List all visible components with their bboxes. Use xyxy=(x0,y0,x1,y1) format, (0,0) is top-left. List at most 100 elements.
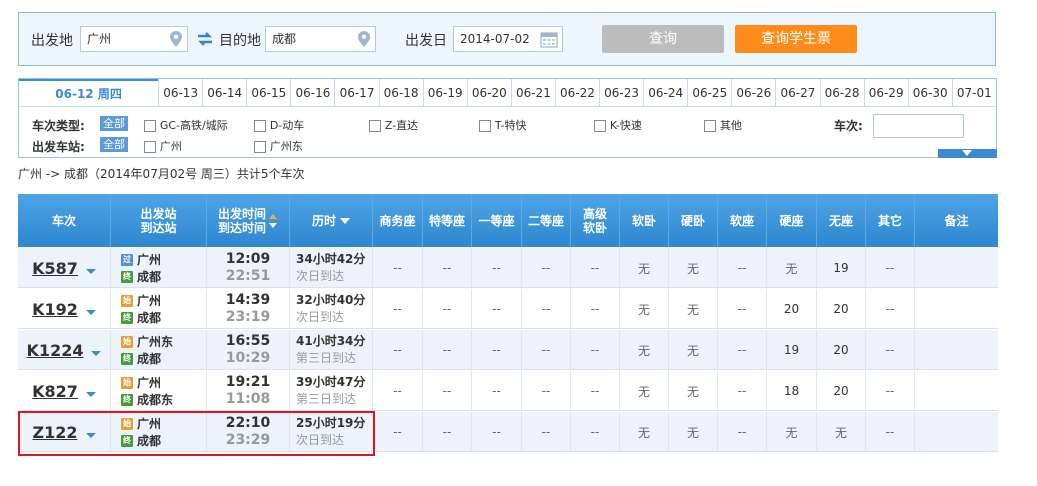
date-tab[interactable]: 06-24 xyxy=(643,79,687,106)
table-row[interactable]: K587 过广州终成都 12:09 22:51 34小时42分 次日到达 -- -- -- -- -… xyxy=(18,248,998,288)
train-number-link[interactable]: K1224 xyxy=(27,341,84,360)
seat-cell: -- xyxy=(865,412,914,452)
from-station: 广州 xyxy=(137,376,162,390)
checkbox-box[interactable] xyxy=(254,119,266,132)
seat-cell: -- xyxy=(422,248,471,288)
seat-cell: -- xyxy=(471,289,521,329)
checkbox-box[interactable] xyxy=(479,119,491,132)
checkbox-box[interactable] xyxy=(144,140,156,153)
date-tab[interactable]: 06-21 xyxy=(510,79,555,106)
seat-cell: 无 xyxy=(619,371,668,411)
checkbox-label: D-动车 xyxy=(269,119,305,132)
collapse-filter-button[interactable] xyxy=(938,149,997,158)
table-row[interactable]: K827 始广州终成都东 19:21 11:08 39小时47分 第三日到达 -- -- -- -… xyxy=(18,371,998,411)
seat-cell: -- xyxy=(865,371,914,411)
seat-cell: 19 xyxy=(766,330,816,370)
train-type-checkbox[interactable]: D-动车 xyxy=(254,117,304,133)
seat-cell: -- xyxy=(471,371,521,411)
station-start-icon: 过 xyxy=(121,253,133,266)
query-button[interactable]: 查询 xyxy=(602,25,724,53)
dropdown-arrow-icon[interactable] xyxy=(85,309,96,315)
checkbox-box[interactable] xyxy=(144,119,156,132)
seat-cell: -- xyxy=(471,412,521,452)
duration: 39小时47分 xyxy=(296,375,366,389)
train-type-checkbox[interactable]: T-特快 xyxy=(479,117,527,133)
date-tab[interactable]: 06-22 xyxy=(554,79,599,106)
date-tab[interactable]: 06-17 xyxy=(334,79,378,106)
date-tab[interactable]: 06-27 xyxy=(775,79,819,106)
seat-cell: 19 xyxy=(816,248,865,288)
checkbox-label: K-快速 xyxy=(609,119,642,132)
header-soft-sleeper: 软卧 xyxy=(619,194,668,247)
header-times[interactable]: 出发时间 到达时间 xyxy=(206,194,289,247)
seat-cell: -- xyxy=(865,289,914,329)
to-input[interactable]: 成都 xyxy=(265,26,376,52)
date-value: 2014-07-02 xyxy=(460,32,530,46)
checkbox-box[interactable] xyxy=(369,119,381,132)
train-number-link[interactable]: K827 xyxy=(32,382,78,401)
date-tab[interactable]: 06-18 xyxy=(378,79,423,106)
checkbox-box[interactable] xyxy=(704,119,716,132)
date-tab[interactable]: 06-16 xyxy=(290,79,334,106)
train-number-cell[interactable]: K192 xyxy=(18,289,110,329)
header-train[interactable]: 车次 xyxy=(18,194,110,247)
train-number-input[interactable] xyxy=(873,114,964,138)
seat-cell: -- xyxy=(717,330,766,370)
swap-icon[interactable] xyxy=(196,32,214,46)
departure-time: 12:09 xyxy=(225,251,271,267)
station-all-tag[interactable]: 全部 xyxy=(100,137,128,152)
train-number-cell[interactable]: K587 xyxy=(18,248,110,288)
header-stations[interactable]: 出发站 到达站 xyxy=(110,194,206,247)
date-tab[interactable]: 06-19 xyxy=(422,79,467,106)
date-tab[interactable]: 06-15 xyxy=(246,79,290,106)
station-checkbox[interactable]: 广州东 xyxy=(254,138,303,154)
date-tab[interactable]: 06-25 xyxy=(687,79,731,106)
header-departure-station: 出发站 xyxy=(140,206,177,221)
dropdown-arrow-icon[interactable] xyxy=(91,350,102,356)
checkbox-box[interactable] xyxy=(254,140,266,153)
header-departure-time: 出发时间 xyxy=(217,206,266,221)
header-duration[interactable]: 历时 xyxy=(289,194,372,247)
date-tab-active[interactable]: 06-12 周四 xyxy=(19,79,159,106)
date-input[interactable]: 2014-07-02 xyxy=(453,26,563,52)
train-number-link[interactable]: K192 xyxy=(32,300,78,319)
seat-cell: -- xyxy=(717,289,766,329)
sort-icon xyxy=(269,213,277,228)
table-row[interactable]: K192 始广州终成都 14:39 23:19 32小时40分 次日到达 -- -- -- -- -… xyxy=(18,289,998,329)
date-tab[interactable]: 06-26 xyxy=(731,79,775,106)
train-type-checkbox[interactable]: GC-高铁/城际 xyxy=(144,117,228,133)
from-input[interactable]: 广州 xyxy=(80,26,188,52)
date-tab[interactable]: 06-14 xyxy=(202,79,246,106)
train-number-cell[interactable]: K1224 xyxy=(18,330,110,370)
date-tab[interactable]: 06-30 xyxy=(907,79,952,106)
date-tab[interactable]: 06-13 xyxy=(158,79,202,106)
dropdown-arrow-icon[interactable] xyxy=(85,391,96,397)
header-deluxe-sleeper: 高级 软卧 xyxy=(570,194,619,247)
train-type-all-tag[interactable]: 全部 xyxy=(100,116,128,131)
from-label: 出发地 xyxy=(31,33,73,49)
train-number-cell[interactable]: K827 xyxy=(18,371,110,411)
seat-cell xyxy=(914,330,998,370)
station-checkbox[interactable]: 广州 xyxy=(144,138,182,154)
station-start-icon: 始 xyxy=(121,294,133,307)
seat-cell: -- xyxy=(570,330,619,370)
header-soft-seat: 软座 xyxy=(717,194,766,247)
date-tab[interactable]: 06-28 xyxy=(819,79,864,106)
checkbox-box[interactable] xyxy=(594,119,606,132)
table-row[interactable]: K1224 始广州东终成都 16:55 10:29 41小时34分 第三日到达 -- -- --… xyxy=(18,330,998,370)
date-tab[interactable]: 06-29 xyxy=(863,79,908,106)
seat-cell: -- xyxy=(372,330,422,370)
calendar-icon[interactable] xyxy=(540,30,558,48)
from-station: 广州 xyxy=(137,253,162,267)
seat-cell: -- xyxy=(422,412,471,452)
date-tab[interactable]: 06-20 xyxy=(466,79,511,106)
train-number-link[interactable]: K587 xyxy=(32,259,78,278)
train-type-checkbox[interactable]: K-快速 xyxy=(594,117,642,133)
student-ticket-button[interactable]: 查询学生票 xyxy=(735,25,857,53)
date-tab[interactable]: 07-01 xyxy=(951,79,996,106)
seat-cell: 无 xyxy=(619,289,668,329)
train-type-checkbox[interactable]: 其他 xyxy=(704,117,742,133)
date-tab[interactable]: 06-23 xyxy=(599,79,643,106)
dropdown-arrow-icon[interactable] xyxy=(85,268,96,274)
train-type-checkbox[interactable]: Z-直达 xyxy=(369,117,418,133)
